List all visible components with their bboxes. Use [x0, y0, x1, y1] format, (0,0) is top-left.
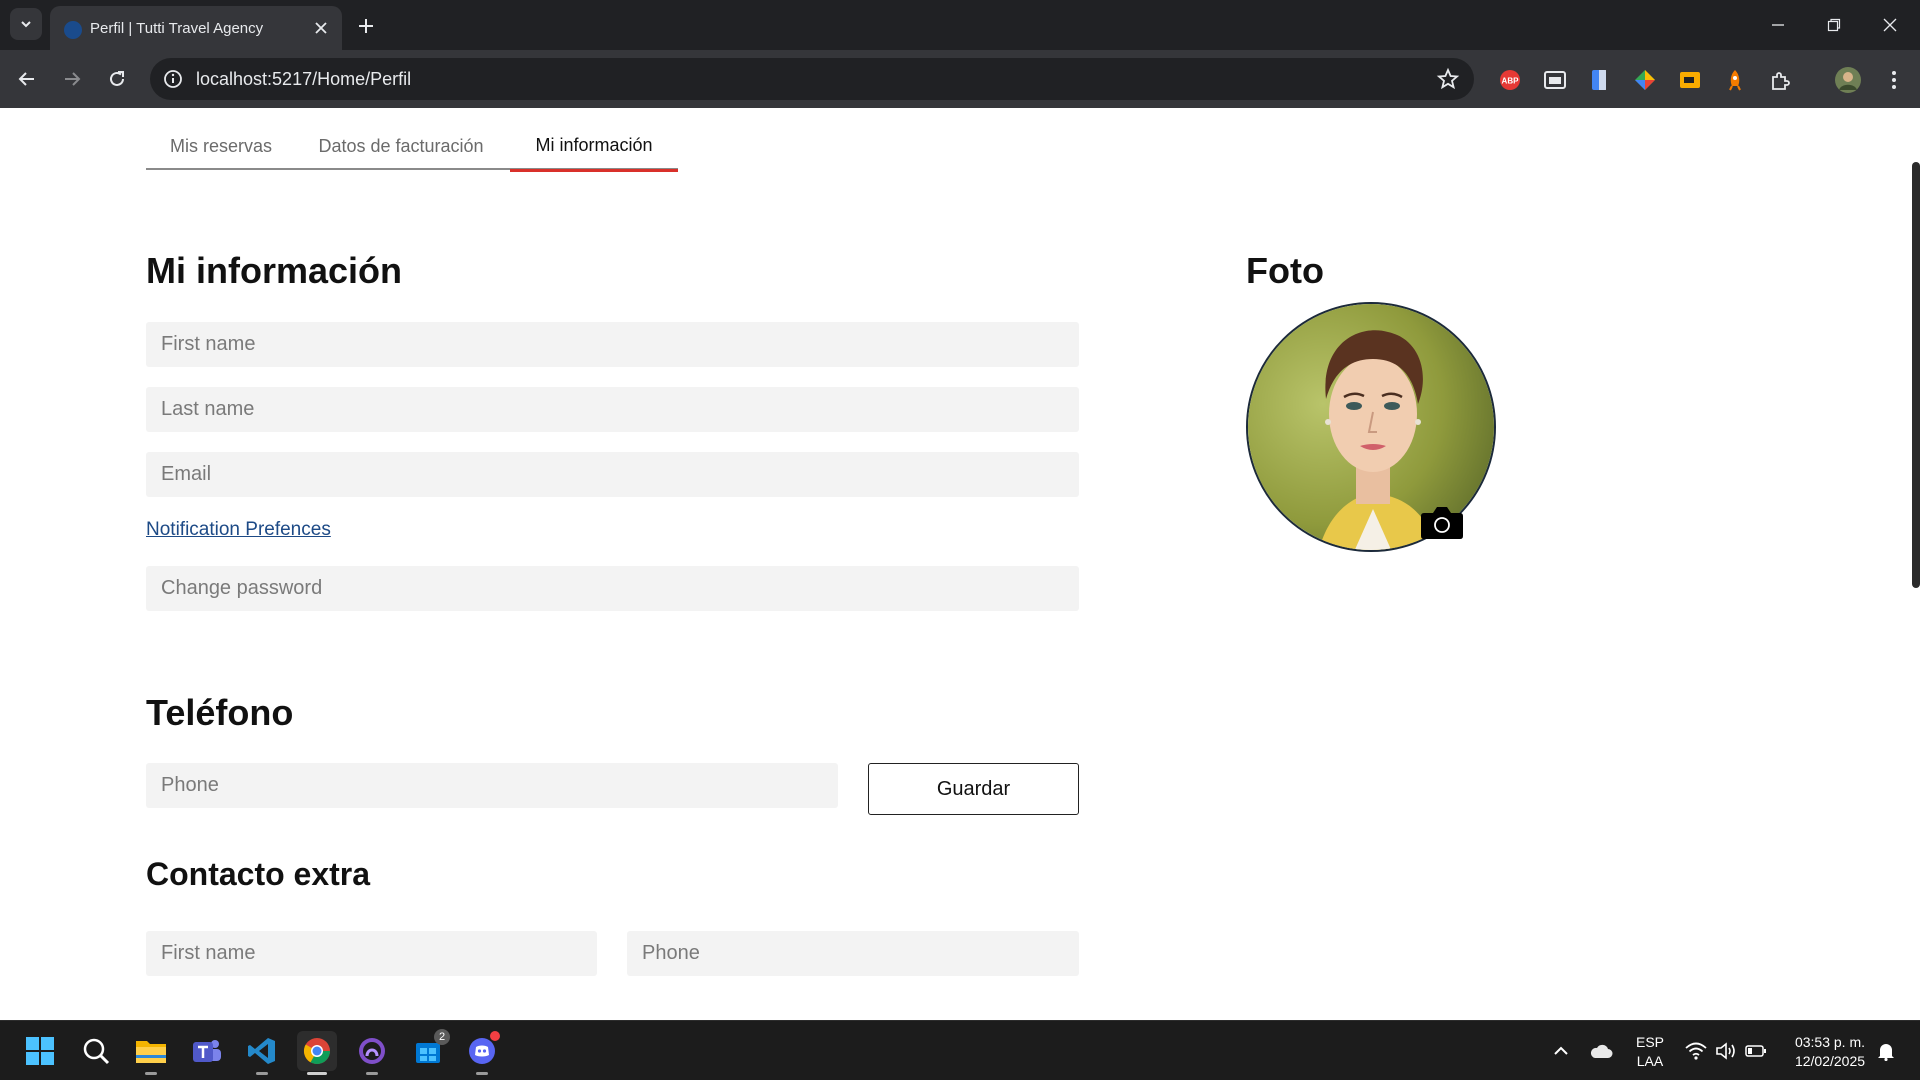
battery-icon[interactable] — [1736, 1031, 1776, 1071]
close-icon — [1883, 18, 1897, 32]
tab-search-button[interactable] — [10, 8, 42, 40]
adblock-plus-icon[interactable]: ABP — [1498, 68, 1522, 92]
browser-tab[interactable]: Perfil | Tutti Travel Agency — [50, 6, 342, 50]
tab-mis-reservas[interactable]: Mis reservas — [146, 122, 296, 170]
store-badge: 2 — [434, 1029, 450, 1045]
site-favicon-icon — [64, 21, 82, 39]
tab-title: Perfil | Tutti Travel Agency — [90, 20, 264, 37]
page-scrollbar[interactable] — [1912, 162, 1920, 588]
restore-button[interactable] — [1806, 0, 1862, 50]
extra-contact-title: Contacto extra — [146, 856, 371, 892]
plus-icon — [359, 19, 373, 33]
change-password-field[interactable] — [146, 566, 1079, 611]
extensions-puzzle-icon[interactable] — [1768, 68, 1792, 92]
tab-datos-facturacion[interactable]: Datos de facturación — [296, 122, 506, 170]
browser-toolbar: localhost:5217/Home/Perfil — [0, 50, 1920, 108]
minimize-icon — [1772, 24, 1784, 26]
url-text[interactable]: localhost:5217/Home/Perfil — [196, 69, 411, 90]
close-icon — [315, 22, 327, 34]
more-vertical-icon — [1892, 71, 1896, 89]
language-bottom: LAA — [1636, 1053, 1664, 1069]
rocket-icon[interactable] — [1723, 68, 1747, 92]
profile-subnav: Mis reservas Datos de facturación Mi inf… — [146, 122, 678, 172]
tab-close-button[interactable] — [310, 17, 332, 39]
color-picker-icon[interactable] — [1633, 68, 1657, 92]
info-section-title: Mi información — [146, 250, 403, 291]
windows-start-icon[interactable] — [20, 1031, 60, 1071]
language-top: ESP — [1635, 1034, 1664, 1050]
photo-section-title: Foto — [1246, 250, 1324, 291]
chrome-icon[interactable] — [297, 1031, 337, 1075]
github-desktop-icon[interactable] — [352, 1031, 392, 1075]
onedrive-cloud-icon[interactable] — [1581, 1031, 1621, 1071]
file-explorer-icon[interactable] — [131, 1031, 171, 1075]
browser-tabstrip: Perfil | Tutti Travel Agency — [0, 0, 1920, 50]
teams-icon[interactable] — [187, 1031, 227, 1071]
save-button[interactable]: Guardar — [868, 763, 1079, 815]
extra-first-name-field[interactable] — [146, 931, 597, 976]
phone-field[interactable] — [146, 763, 838, 808]
email-field[interactable] — [146, 452, 1079, 497]
reload-button[interactable] — [101, 63, 133, 95]
notification-dot — [490, 1031, 500, 1041]
svg-text:ABP: ABP — [1502, 77, 1520, 86]
slides-icon[interactable] — [1678, 68, 1702, 92]
chevron-up-icon[interactable] — [1541, 1031, 1581, 1071]
browser-menu-button[interactable] — [1882, 68, 1906, 92]
language-indicator[interactable]: ESP LAA — [1630, 1033, 1670, 1071]
chevron-down-icon — [21, 21, 31, 28]
page-content: Mis reservas Datos de facturación Mi inf… — [0, 108, 1920, 1020]
picture-in-picture-icon[interactable] — [1543, 68, 1567, 92]
arrow-right-icon — [65, 72, 81, 86]
extra-phone-field[interactable] — [627, 931, 1079, 976]
vscode-icon[interactable] — [242, 1031, 282, 1075]
tab-mi-informacion[interactable]: Mi información — [510, 122, 678, 172]
profile-avatar-icon[interactable] — [1834, 66, 1862, 94]
search-icon[interactable] — [76, 1031, 116, 1071]
docs-icon[interactable] — [1587, 68, 1611, 92]
info-icon[interactable] — [162, 68, 184, 90]
bookmark-star-icon[interactable] — [1436, 67, 1460, 91]
reload-icon — [110, 71, 124, 86]
notification-preferences-link[interactable]: Notification Prefences — [146, 519, 331, 541]
camera-icon[interactable] — [1420, 504, 1464, 540]
last-name-field[interactable] — [146, 387, 1079, 432]
clock-date: 12/02/2025 — [1794, 1053, 1866, 1069]
store-icon[interactable]: 2 — [408, 1029, 450, 1071]
arrow-left-icon — [18, 72, 34, 86]
discord-icon[interactable] — [462, 1031, 502, 1075]
clock-time: 03:53 p. m. — [1794, 1034, 1866, 1050]
close-window-button[interactable] — [1862, 0, 1918, 50]
clock[interactable]: 03:53 p. m. 12/02/2025 — [1780, 1033, 1880, 1071]
back-button[interactable] — [11, 63, 43, 95]
windows-taskbar: 2 ESP LAA 03:53 p. m. 12/02/2025 — [0, 1020, 1920, 1080]
first-name-field[interactable] — [146, 322, 1079, 367]
forward-button[interactable] — [56, 63, 88, 95]
restore-icon — [1827, 18, 1841, 32]
phone-section-title: Teléfono — [146, 692, 294, 733]
notification-bell-icon[interactable] — [1866, 1031, 1906, 1071]
address-bar[interactable]: localhost:5217/Home/Perfil — [150, 58, 1474, 100]
minimize-button[interactable] — [1750, 0, 1806, 50]
new-tab-button[interactable] — [352, 12, 380, 40]
